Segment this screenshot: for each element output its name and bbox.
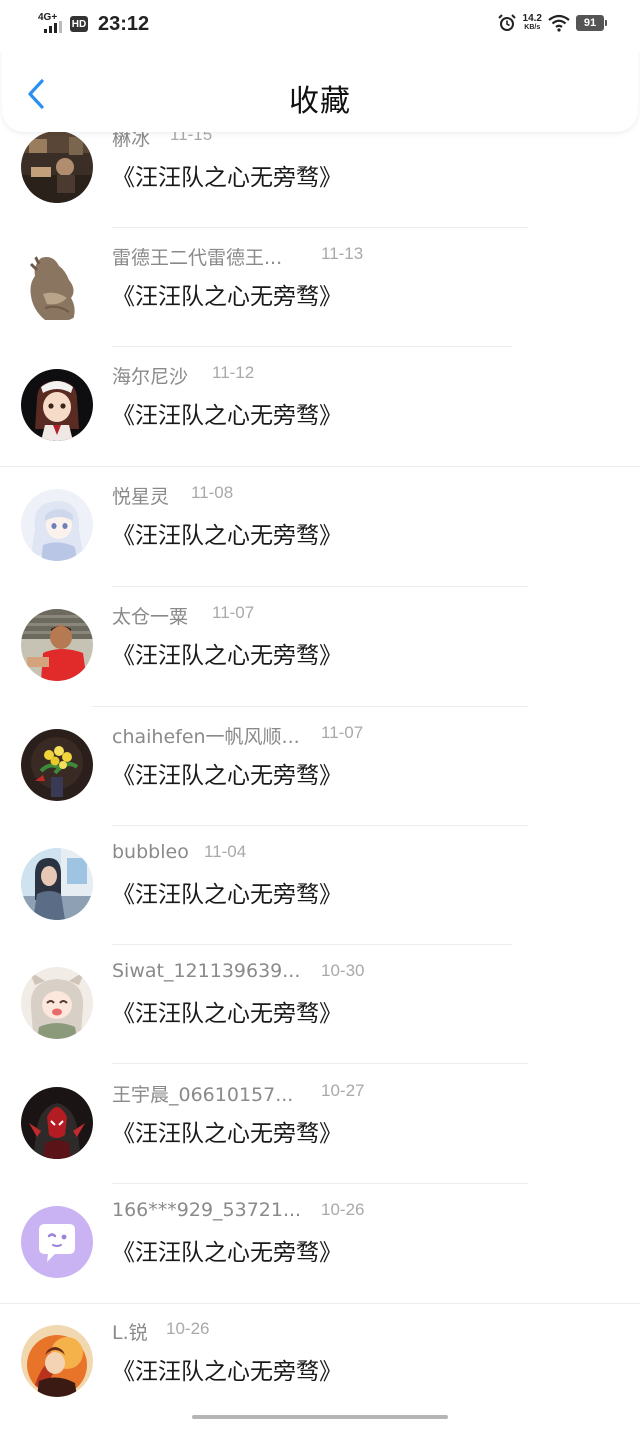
favorite-title[interactable]: 《汪汪队之心无旁骛》 — [112, 875, 342, 909]
divider — [112, 825, 528, 826]
network-speed: 14.2 KB/s — [523, 14, 542, 32]
avatar[interactable] — [21, 489, 93, 561]
date: 10-27 — [321, 1081, 365, 1100]
date: 11-12 — [212, 363, 255, 382]
avatar[interactable] — [21, 369, 93, 441]
divider — [0, 1303, 640, 1304]
list-item[interactable]: bubbleo 11-04 《汪汪队之心无旁骛》 — [0, 841, 640, 967]
item-meta: L.锐 10-26 — [112, 1318, 612, 1344]
avatar[interactable] — [21, 1206, 93, 1278]
list-item[interactable]: chaihefen一帆风顺... 11-07 《汪汪队之心无旁骛》 — [0, 723, 640, 848]
battery-icon: 91 — [576, 15, 607, 31]
username[interactable]: 悦星灵 — [112, 482, 169, 509]
date: 10-30 — [321, 961, 365, 980]
username[interactable]: 王宇晨_06610157... — [112, 1080, 293, 1107]
item-meta: 王宇晨_06610157... 10-27 — [112, 1080, 612, 1106]
favorite-title[interactable]: 《汪汪队之心无旁骛》 — [112, 636, 342, 670]
item-meta: chaihefen一帆风顺... 11-07 — [112, 722, 612, 748]
cellular-signal-icon: 4G+ — [38, 12, 66, 36]
date: 11-07 — [212, 603, 255, 622]
favorite-title[interactable]: 《汪汪队之心无旁骛》 — [112, 1114, 342, 1148]
divider — [112, 1183, 528, 1184]
status-left: 4G+ HD 23:12 — [38, 12, 149, 36]
divider — [112, 586, 528, 587]
hd-icon: HD — [70, 16, 88, 32]
date: 11-08 — [191, 483, 234, 502]
alarm-icon — [497, 14, 516, 31]
username[interactable]: Siwat_121139639... — [112, 960, 300, 982]
date: 11-04 — [204, 842, 247, 861]
username[interactable]: 166***929_53721... — [112, 1199, 301, 1221]
date: 11-13 — [321, 244, 364, 263]
date: 10-26 — [166, 1319, 210, 1338]
list-item[interactable]: 166***929_53721... 10-26 《汪汪队之心无旁骛》 — [0, 1199, 640, 1325]
avatar[interactable] — [21, 729, 93, 801]
avatar[interactable] — [21, 967, 93, 1039]
list-item[interactable]: 王宇晨_06610157... 10-27 《汪汪队之心无旁骛》 — [0, 1081, 640, 1206]
username[interactable]: 太仓一粟 — [112, 602, 188, 629]
divider — [92, 706, 528, 707]
clock: 23:12 — [98, 12, 150, 35]
speed-value: 14.2 — [522, 13, 542, 24]
list-item[interactable]: 海尔尼沙 11-12 《汪汪队之心无旁骛》 — [0, 363, 640, 488]
divider — [112, 346, 512, 347]
item-meta: 太仓一粟 11-07 — [112, 602, 612, 628]
page-title: 收藏 — [289, 84, 351, 119]
avatar[interactable] — [21, 609, 93, 681]
avatar[interactable] — [21, 131, 93, 203]
favorite-title[interactable]: 《汪汪队之心无旁骛》 — [112, 994, 342, 1028]
divider — [112, 944, 512, 945]
favorite-title[interactable]: 《汪汪队之心无旁骛》 — [112, 1233, 342, 1267]
status-right: 14.2 KB/s 91 — [497, 13, 607, 33]
username[interactable]: L.锐 — [112, 1318, 148, 1345]
item-meta: 悦星灵 11-08 — [112, 482, 612, 508]
item-meta: 海尔尼沙 11-12 — [112, 362, 612, 388]
avatar[interactable] — [21, 1325, 93, 1397]
username[interactable]: 海尔尼沙 — [112, 362, 188, 389]
username[interactable]: chaihefen一帆风顺... — [112, 722, 300, 749]
favorite-title[interactable]: 《汪汪队之心无旁骛》 — [112, 1352, 342, 1386]
favorite-title[interactable]: 《汪汪队之心无旁骛》 — [112, 396, 342, 430]
status-bar: 4G+ HD 23:12 14.2 KB/s 91 — [0, 0, 640, 50]
username[interactable]: bubbleo — [112, 841, 189, 863]
date: 10-26 — [321, 1200, 365, 1219]
item-meta: bubbleo 11-04 — [112, 841, 612, 867]
avatar[interactable] — [21, 848, 93, 920]
list-item[interactable]: 太仓一粟 11-07 《汪汪队之心无旁骛》 — [0, 603, 640, 728]
list-item[interactable]: 雷德王二代雷德王... 11-13 《汪汪队之心无旁骛》 — [0, 244, 640, 369]
date: 11-07 — [321, 723, 364, 742]
avatar[interactable] — [21, 1087, 93, 1159]
list-item[interactable]: L.锐 10-26 《汪汪队之心无旁骛》 — [0, 1319, 640, 1444]
item-meta: 166***929_53721... 10-26 — [112, 1199, 612, 1225]
item-meta: Siwat_121139639... 10-30 — [112, 960, 612, 986]
top-app-bar: 收藏 — [2, 50, 638, 132]
list-item[interactable]: Siwat_121139639... 10-30 《汪汪队之心无旁骛》 — [0, 960, 640, 1086]
speed-unit: KB/s — [524, 24, 541, 31]
favorite-title[interactable]: 《汪汪队之心无旁骛》 — [112, 277, 342, 311]
favorite-title[interactable]: 《汪汪队之心无旁骛》 — [112, 158, 342, 192]
divider — [112, 1063, 528, 1064]
wifi-icon — [548, 14, 570, 32]
divider — [0, 466, 640, 467]
username[interactable]: 雷德王二代雷德王... — [112, 243, 282, 270]
favorite-title[interactable]: 《汪汪队之心无旁骛》 — [112, 516, 342, 550]
favorite-title[interactable]: 《汪汪队之心无旁骛》 — [112, 756, 342, 790]
item-meta: 雷德王二代雷德王... 11-13 — [112, 243, 612, 269]
home-indicator[interactable] — [192, 1415, 448, 1419]
list-item[interactable]: 悦星灵 11-08 《汪汪队之心无旁骛》 — [0, 483, 640, 608]
divider — [112, 227, 528, 228]
list-item[interactable]: 楙冰 11-15 《汪汪队之心无旁骛》 — [0, 125, 640, 250]
avatar[interactable] — [21, 250, 93, 322]
